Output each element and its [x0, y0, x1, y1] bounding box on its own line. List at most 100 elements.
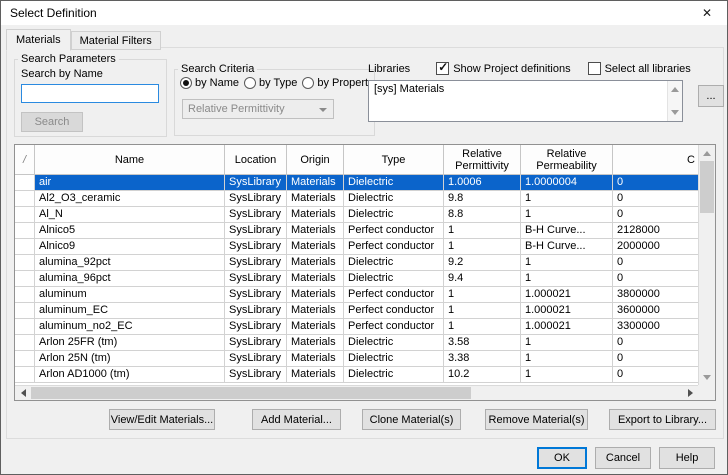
- table-cell[interactable]: SysLibrary: [225, 223, 287, 239]
- libraries-list[interactable]: [sys] Materials: [368, 80, 683, 122]
- radio-by-name[interactable]: by Name: [180, 77, 239, 89]
- scroll-right-icon[interactable]: [682, 386, 698, 400]
- table-cell[interactable]: 1.000021: [521, 319, 613, 335]
- table-cell[interactable]: 3300000: [613, 319, 698, 335]
- table-cell[interactable]: SysLibrary: [225, 351, 287, 367]
- table-cell[interactable]: 1: [444, 319, 521, 335]
- column-header-name[interactable]: Name: [35, 145, 225, 174]
- table-row[interactable]: Alnico9SysLibraryMaterialsPerfect conduc…: [15, 239, 698, 255]
- table-cell[interactable]: Arlon AD1000 (tm): [35, 367, 225, 383]
- table-cell[interactable]: 9.2: [444, 255, 521, 271]
- table-cell[interactable]: Dielectric: [344, 271, 444, 287]
- table-cell[interactable]: Materials: [287, 175, 344, 191]
- table-cell[interactable]: 1.0006: [444, 175, 521, 191]
- table-cell[interactable]: Materials: [287, 287, 344, 303]
- table-cell[interactable]: 0: [613, 367, 698, 383]
- scroll-up-icon[interactable]: [699, 145, 715, 161]
- table-cell[interactable]: Al_N: [35, 207, 225, 223]
- table-cell[interactable]: 3.38: [444, 351, 521, 367]
- table-cell[interactable]: SysLibrary: [225, 271, 287, 287]
- scroll-left-icon[interactable]: [15, 386, 31, 400]
- table-cell[interactable]: Arlon 25N (tm): [35, 351, 225, 367]
- vertical-scroll-thumb[interactable]: [700, 161, 714, 213]
- column-header-type[interactable]: Type: [344, 145, 444, 174]
- table-cell[interactable]: 1: [444, 287, 521, 303]
- table-cell[interactable]: SysLibrary: [225, 191, 287, 207]
- table-cell[interactable]: SysLibrary: [225, 319, 287, 335]
- table-cell[interactable]: SysLibrary: [225, 239, 287, 255]
- table-cell[interactable]: aluminum_EC: [35, 303, 225, 319]
- table-cell[interactable]: Materials: [287, 207, 344, 223]
- row-selector-cell[interactable]: [15, 191, 35, 207]
- row-selector-cell[interactable]: [15, 367, 35, 383]
- search-button[interactable]: Search: [21, 112, 83, 132]
- table-cell[interactable]: 2000000: [613, 239, 698, 255]
- table-cell[interactable]: Materials: [287, 303, 344, 319]
- table-cell[interactable]: SysLibrary: [225, 287, 287, 303]
- table-row[interactable]: aluminum_ECSysLibraryMaterialsPerfect co…: [15, 303, 698, 319]
- table-cell[interactable]: Materials: [287, 255, 344, 271]
- table-cell[interactable]: aluminum: [35, 287, 225, 303]
- table-cell[interactable]: 1: [521, 351, 613, 367]
- table-cell[interactable]: Materials: [287, 223, 344, 239]
- cancel-button[interactable]: Cancel: [595, 447, 651, 469]
- table-cell[interactable]: 3600000: [613, 303, 698, 319]
- table-cell[interactable]: 0: [613, 271, 698, 287]
- row-selector-cell[interactable]: [15, 223, 35, 239]
- column-header-relative-permittivity[interactable]: Relative Permittivity: [444, 145, 521, 174]
- table-cell[interactable]: 1: [521, 271, 613, 287]
- table-cell[interactable]: 8.8: [444, 207, 521, 223]
- table-row[interactable]: Arlon 25N (tm)SysLibraryMaterialsDielect…: [15, 351, 698, 367]
- tab-material-filters[interactable]: Material Filters: [71, 31, 161, 50]
- table-cell[interactable]: 0: [613, 191, 698, 207]
- remove-materials-button[interactable]: Remove Material(s): [485, 409, 588, 430]
- table-cell[interactable]: 0: [613, 335, 698, 351]
- table-cell[interactable]: 1.000021: [521, 303, 613, 319]
- table-cell[interactable]: alumina_92pct: [35, 255, 225, 271]
- radio-by-type[interactable]: by Type: [244, 77, 297, 89]
- table-cell[interactable]: Dielectric: [344, 367, 444, 383]
- row-selector-cell[interactable]: [15, 335, 35, 351]
- table-row[interactable]: Al2_O3_ceramicSysLibraryMaterialsDielect…: [15, 191, 698, 207]
- table-cell[interactable]: 1: [521, 255, 613, 271]
- tab-materials[interactable]: Materials: [6, 29, 71, 51]
- table-cell[interactable]: Perfect conductor: [344, 303, 444, 319]
- table-cell[interactable]: SysLibrary: [225, 175, 287, 191]
- table-cell[interactable]: Perfect conductor: [344, 223, 444, 239]
- table-cell[interactable]: 3.58: [444, 335, 521, 351]
- row-selector-cell[interactable]: [15, 207, 35, 223]
- table-cell[interactable]: 1.000021: [521, 287, 613, 303]
- table-cell[interactable]: Arlon 25FR (tm): [35, 335, 225, 351]
- row-selector-cell[interactable]: [15, 255, 35, 271]
- row-selector-cell[interactable]: [15, 271, 35, 287]
- table-cell[interactable]: Dielectric: [344, 351, 444, 367]
- table-row[interactable]: alumina_92pctSysLibraryMaterialsDielectr…: [15, 255, 698, 271]
- table-cell[interactable]: 3800000: [613, 287, 698, 303]
- table-cell[interactable]: 0: [613, 207, 698, 223]
- table-row[interactable]: airSysLibraryMaterialsDielectric1.00061.…: [15, 175, 698, 191]
- table-row[interactable]: Alnico5SysLibraryMaterialsPerfect conduc…: [15, 223, 698, 239]
- table-cell[interactable]: alumina_96pct: [35, 271, 225, 287]
- table-cell[interactable]: SysLibrary: [225, 255, 287, 271]
- table-cell[interactable]: air: [35, 175, 225, 191]
- table-cell[interactable]: Dielectric: [344, 255, 444, 271]
- table-cell[interactable]: Materials: [287, 319, 344, 335]
- row-selector-cell[interactable]: [15, 319, 35, 335]
- sort-column-header[interactable]: /: [15, 145, 35, 174]
- table-cell[interactable]: 0: [613, 175, 698, 191]
- table-cell[interactable]: 1: [521, 191, 613, 207]
- table-cell[interactable]: 2128000: [613, 223, 698, 239]
- row-selector-cell[interactable]: [15, 175, 35, 191]
- help-button[interactable]: Help: [659, 447, 715, 469]
- scroll-down-icon[interactable]: [699, 369, 715, 385]
- table-cell[interactable]: aluminum_no2_EC: [35, 319, 225, 335]
- column-header-relative-permeability[interactable]: Relative Permeability: [521, 145, 613, 174]
- clone-materials-button[interactable]: Clone Material(s): [362, 409, 461, 430]
- table-cell[interactable]: 1: [444, 303, 521, 319]
- table-cell[interactable]: Materials: [287, 351, 344, 367]
- library-list-item[interactable]: [sys] Materials: [369, 81, 682, 97]
- scroll-down-icon[interactable]: [671, 110, 679, 115]
- table-cell[interactable]: 1: [521, 335, 613, 351]
- show-project-definitions-checkbox[interactable]: Show Project definitions: [436, 62, 570, 75]
- vertical-scrollbar[interactable]: [698, 145, 715, 385]
